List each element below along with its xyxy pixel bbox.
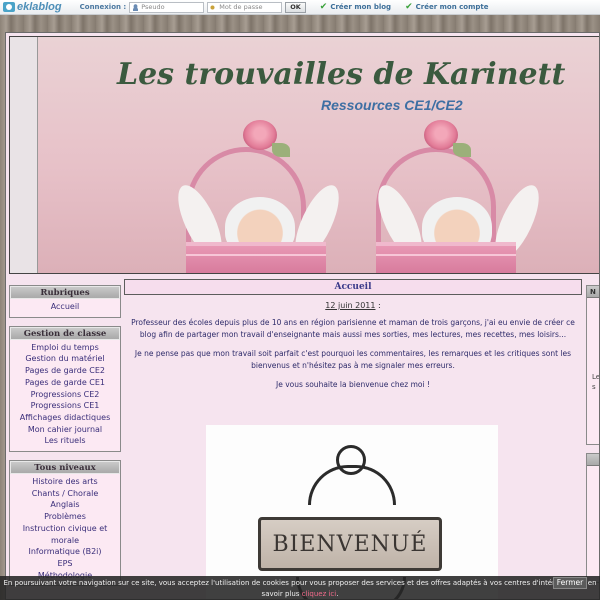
blog-frame: Les trouvailles de Karinett Ressources C…: [5, 32, 600, 600]
eklablog-logo-icon: [3, 2, 15, 12]
sidebar-item[interactable]: Mon cahier journal: [10, 424, 120, 436]
eklablog-logo-text: eklablog: [17, 1, 62, 13]
pseudo-input[interactable]: Pseudo: [129, 1, 205, 13]
user-icon: [132, 3, 140, 11]
key-icon: [210, 3, 218, 11]
basket-right: [376, 242, 516, 273]
sidebar-item[interactable]: Histoire des arts: [10, 476, 120, 488]
cookie-more-link[interactable]: cliquez ici: [302, 590, 337, 598]
sidebar-item[interactable]: EPS: [10, 558, 120, 570]
post-paragraph: Je vous souhaite la bienvenue chez moi !: [276, 380, 430, 389]
page-title: Accueil: [124, 279, 582, 295]
create-blog-link[interactable]: ✔ Créer mon blog: [320, 2, 391, 12]
leaf-left: [272, 143, 290, 157]
post-date-link[interactable]: 12 juin 2011: [325, 301, 375, 310]
cookie-text-end: .: [336, 589, 339, 598]
sidebar-item[interactable]: Pages de garde CE1: [10, 377, 120, 389]
cookie-text: En poursuivant votre navigation sur ce s…: [3, 579, 597, 598]
sidebar-item[interactable]: morale: [10, 535, 120, 547]
checkmark-icon: ✔: [319, 2, 328, 12]
left-sidebar: Rubriques Accueil Gestion de classe Empl…: [9, 285, 121, 594]
sidebar-item[interactable]: Instruction civique et: [10, 523, 120, 535]
eklablog-topbar: eklablog Connexion : Pseudo Mot de passe…: [0, 0, 600, 15]
eklablog-logo[interactable]: eklablog: [3, 0, 62, 15]
sidebar-item[interactable]: Problèmes: [10, 511, 120, 523]
welcome-sign: BIENVENUÉ: [258, 517, 442, 571]
sidebar-item[interactable]: Anglais: [10, 499, 120, 511]
create-blog-label: Créer mon blog: [330, 3, 392, 11]
main-content: Accueil 12 juin 2011 : Professeur des éc…: [124, 279, 582, 599]
site-subtitle: Ressources CE1/CE2: [321, 97, 463, 113]
header-left-strip: [10, 37, 38, 273]
sidebar-item[interactable]: Progressions CE1: [10, 400, 120, 412]
create-account-link[interactable]: ✔ Créer mon compte: [405, 2, 488, 12]
sidebar-block-title: Gestion de classe: [10, 326, 120, 340]
sidebar-item[interactable]: Emploi du temps: [10, 342, 120, 354]
sidebar-item[interactable]: Informatique (B2i): [10, 546, 120, 558]
sidebar-block-rubriques: Rubriques Accueil: [9, 285, 121, 318]
basket-left: [186, 242, 326, 273]
sidebar-block-title: Rubriques: [10, 286, 120, 299]
password-placeholder: Mot de passe: [219, 3, 263, 11]
sidebar-item[interactable]: Affichages didactiques: [10, 412, 120, 424]
sidebar-block-title: Tous niveaux: [10, 461, 120, 475]
sidebar-item[interactable]: Chants / Chorale: [10, 488, 120, 500]
right-block-title: [587, 454, 599, 466]
post-paragraph: Professeur des écoles depuis plus de 10 …: [131, 318, 575, 339]
welcome-image: BIENVENUÉ: [206, 425, 498, 599]
blog-header[interactable]: Les trouvailles de Karinett Ressources C…: [9, 36, 599, 274]
post-body: 12 juin 2011 : Professeur des écoles dep…: [124, 295, 582, 391]
cookie-banner: En poursuivant votre navigation sur ce s…: [0, 576, 600, 600]
leaf-right: [453, 143, 471, 157]
sidebar-item[interactable]: Progressions CE2: [10, 389, 120, 401]
sidebar-block-tous-niveaux: Tous niveaux Histoire des arts Chants / …: [9, 460, 121, 587]
sidebar-block-gestion-de-classe: Gestion de classe Emploi du temps Gestio…: [9, 325, 121, 453]
connexion-label: Connexion :: [79, 3, 127, 11]
right-block-text: Le: [592, 373, 600, 381]
sidebar-item[interactable]: Pages de garde CE2: [10, 365, 120, 377]
pseudo-placeholder: Pseudo: [141, 3, 165, 11]
post-date-suffix: :: [375, 301, 381, 310]
right-sidebar: N Le s: [586, 285, 600, 591]
sidebar-item[interactable]: Les rituels: [10, 435, 120, 447]
ironwork-ornament: [308, 465, 396, 505]
cookie-close-button[interactable]: Fermer: [553, 577, 587, 589]
login-ok-button[interactable]: OK: [285, 1, 306, 13]
post-paragraph: Je ne pense pas que mon travail soit par…: [134, 349, 572, 370]
right-block-title: N: [587, 286, 599, 298]
site-title[interactable]: Les trouvailles de Karinett: [117, 57, 565, 92]
post-date: 12 juin 2011 :: [127, 301, 579, 310]
checkmark-icon: ✔: [405, 2, 413, 12]
right-sidebar-block: N Le s: [586, 285, 600, 445]
password-input[interactable]: Mot de passe: [207, 1, 283, 13]
sidebar-item-accueil[interactable]: Accueil: [10, 301, 120, 313]
create-account-label: Créer mon compte: [415, 3, 489, 11]
right-sidebar-block: [586, 453, 599, 583]
right-block-text: s: [592, 383, 596, 391]
sidebar-item[interactable]: Gestion du matériel: [10, 353, 120, 365]
